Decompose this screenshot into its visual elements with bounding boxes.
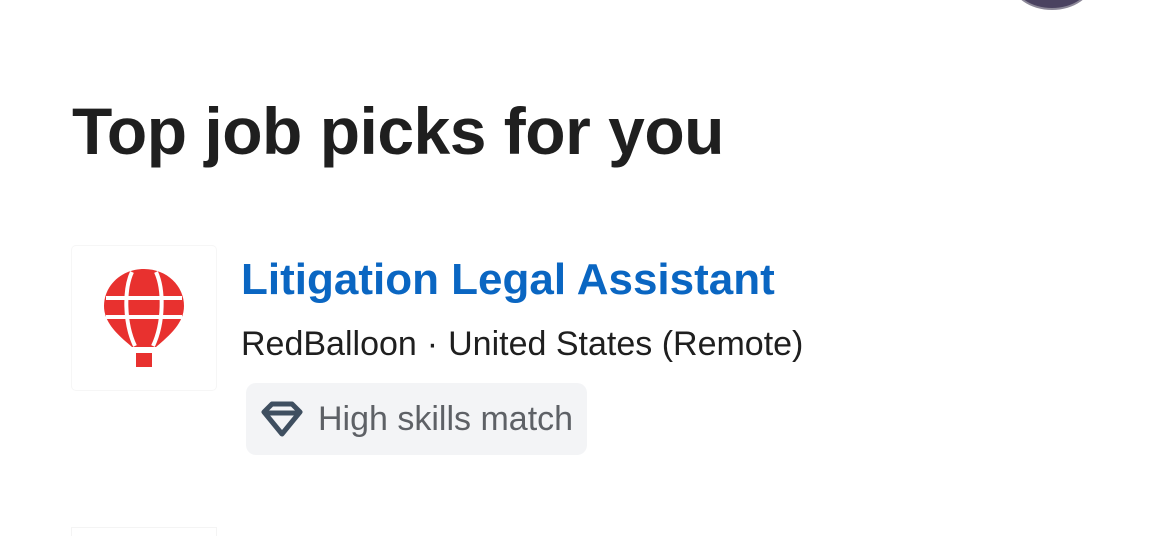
hot-air-balloon-icon xyxy=(104,269,184,367)
job-meta: RedBalloon · United States (Remote) xyxy=(241,322,803,366)
next-job-card-edge[interactable] xyxy=(72,528,216,536)
company-logo[interactable] xyxy=(72,246,216,390)
section-title: Top job picks for you xyxy=(72,94,724,168)
skills-match-badge: High skills match xyxy=(246,383,588,455)
skills-match-label: High skills match xyxy=(318,400,574,438)
job-location: United States (Remote) xyxy=(448,325,804,363)
meta-separator: · xyxy=(426,325,439,363)
diamond-icon xyxy=(260,399,304,439)
job-title-link[interactable]: Litigation Legal Assistant xyxy=(241,252,775,308)
company-name: RedBalloon xyxy=(241,325,417,363)
job-card[interactable]: Litigation Legal Assistant RedBalloon · Un… xyxy=(72,246,1072,466)
avatar[interactable] xyxy=(1012,0,1092,10)
